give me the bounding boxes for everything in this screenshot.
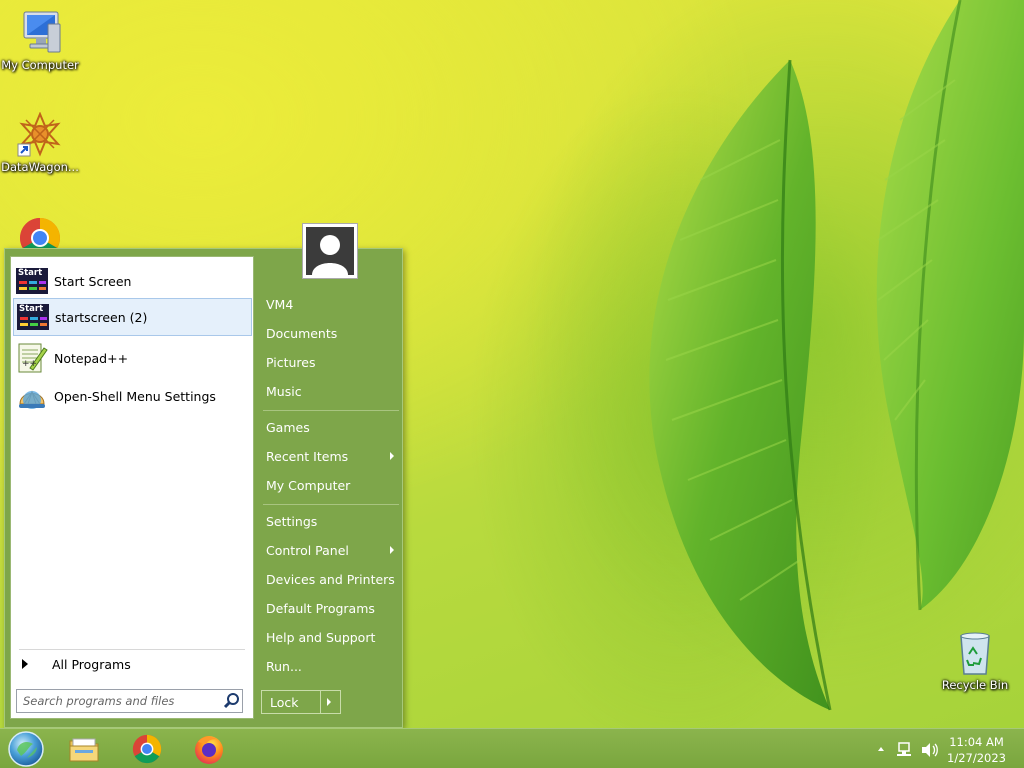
desktop-icon-label: DataWagon... (1, 160, 79, 174)
all-programs-label: All Programs (52, 656, 131, 672)
volume-icon[interactable] (922, 743, 938, 757)
program-label: Open-Shell Menu Settings (54, 388, 216, 404)
user-avatar[interactable] (302, 223, 358, 279)
chrome-icon (132, 734, 162, 764)
menu-item-vm4[interactable]: VM4 (266, 292, 402, 316)
system-tray (872, 729, 952, 768)
places-pane: VM4 Documents Pictures Music Games Recen… (257, 223, 404, 727)
taskbar-file-explorer[interactable] (67, 732, 101, 766)
menu-separator (263, 410, 399, 411)
all-programs-button[interactable]: All Programs (13, 652, 252, 676)
menu-item-control-panel[interactable]: Control Panel (266, 538, 402, 562)
program-item-openshell-settings[interactable]: Open-Shell Menu Settings (13, 377, 252, 415)
lock-button[interactable]: Lock (261, 690, 341, 714)
lock-label: Lock (270, 694, 299, 710)
datawagon-icon (16, 111, 64, 158)
desktop-icon-label: Recycle Bin (941, 678, 1009, 692)
network-icon[interactable] (897, 742, 911, 756)
programs-pane: Start Start Screen Start startscreen (2)… (10, 256, 254, 719)
desktop-icon-datawagon[interactable]: DataWagon... (0, 111, 80, 174)
menu-separator (263, 504, 399, 505)
program-item-notepadpp[interactable]: ++ Notepad++ (13, 339, 252, 377)
computer-icon (16, 10, 64, 56)
start-orb-icon (8, 731, 44, 767)
recycle-bin-icon (951, 630, 999, 676)
menu-item-music[interactable]: Music (266, 379, 402, 403)
search-icon[interactable] (222, 691, 242, 711)
file-explorer-icon (69, 738, 99, 762)
taskbar-chrome[interactable] (130, 732, 164, 766)
search-box[interactable] (16, 689, 243, 713)
svg-text:++: ++ (22, 359, 37, 369)
user-icon (306, 227, 354, 275)
submenu-arrow-icon (390, 546, 394, 554)
startscreen-icon: Start (16, 265, 48, 297)
desktop-icon-recycle-bin[interactable]: Recycle Bin (935, 630, 1015, 692)
chevron-up-icon[interactable] (878, 747, 884, 751)
desktop-icon-label: My Computer (1, 58, 79, 72)
openshell-icon (16, 380, 48, 412)
menu-item-help-support[interactable]: Help and Support (266, 625, 402, 649)
submenu-arrow-icon (390, 452, 394, 460)
menu-item-run[interactable]: Run... (266, 654, 402, 678)
program-item-startscreen-2[interactable]: Start startscreen (2) (13, 298, 252, 336)
menu-item-pictures[interactable]: Pictures (266, 350, 402, 374)
divider (320, 691, 321, 713)
menu-item-documents[interactable]: Documents (266, 321, 402, 345)
program-label: Start Screen (54, 273, 132, 289)
start-button[interactable] (7, 730, 45, 768)
menu-item-devices-printers[interactable]: Devices and Printers (266, 567, 402, 591)
clock-time: 11:04 AM (949, 735, 1004, 749)
search-input[interactable] (17, 691, 222, 711)
chevron-right-icon[interactable] (327, 698, 331, 706)
taskbar: 11:04 AM 1/27/2023 (0, 728, 1024, 768)
program-item-start-screen[interactable]: Start Start Screen (13, 262, 252, 300)
program-label: startscreen (2) (55, 309, 148, 325)
menu-item-recent-items[interactable]: Recent Items (266, 444, 402, 468)
startscreen-icon: Start (17, 301, 49, 333)
clock-date: 1/27/2023 (947, 751, 1006, 765)
divider (19, 649, 245, 650)
desktop-icon-my-computer[interactable]: My Computer (0, 10, 80, 72)
clock[interactable]: 11:04 AM 1/27/2023 (947, 734, 1006, 766)
taskbar-firefox[interactable] (192, 732, 226, 766)
menu-item-my-computer[interactable]: My Computer (266, 473, 402, 497)
program-label: Notepad++ (54, 350, 129, 366)
triangle-right-icon (22, 659, 28, 669)
menu-item-games[interactable]: Games (266, 415, 402, 439)
menu-item-default-programs[interactable]: Default Programs (266, 596, 402, 620)
menu-item-settings[interactable]: Settings (266, 509, 402, 533)
start-menu: Start Start Screen Start startscreen (2)… (4, 223, 404, 728)
firefox-icon (195, 736, 223, 764)
notepadpp-icon: ++ (16, 342, 48, 374)
